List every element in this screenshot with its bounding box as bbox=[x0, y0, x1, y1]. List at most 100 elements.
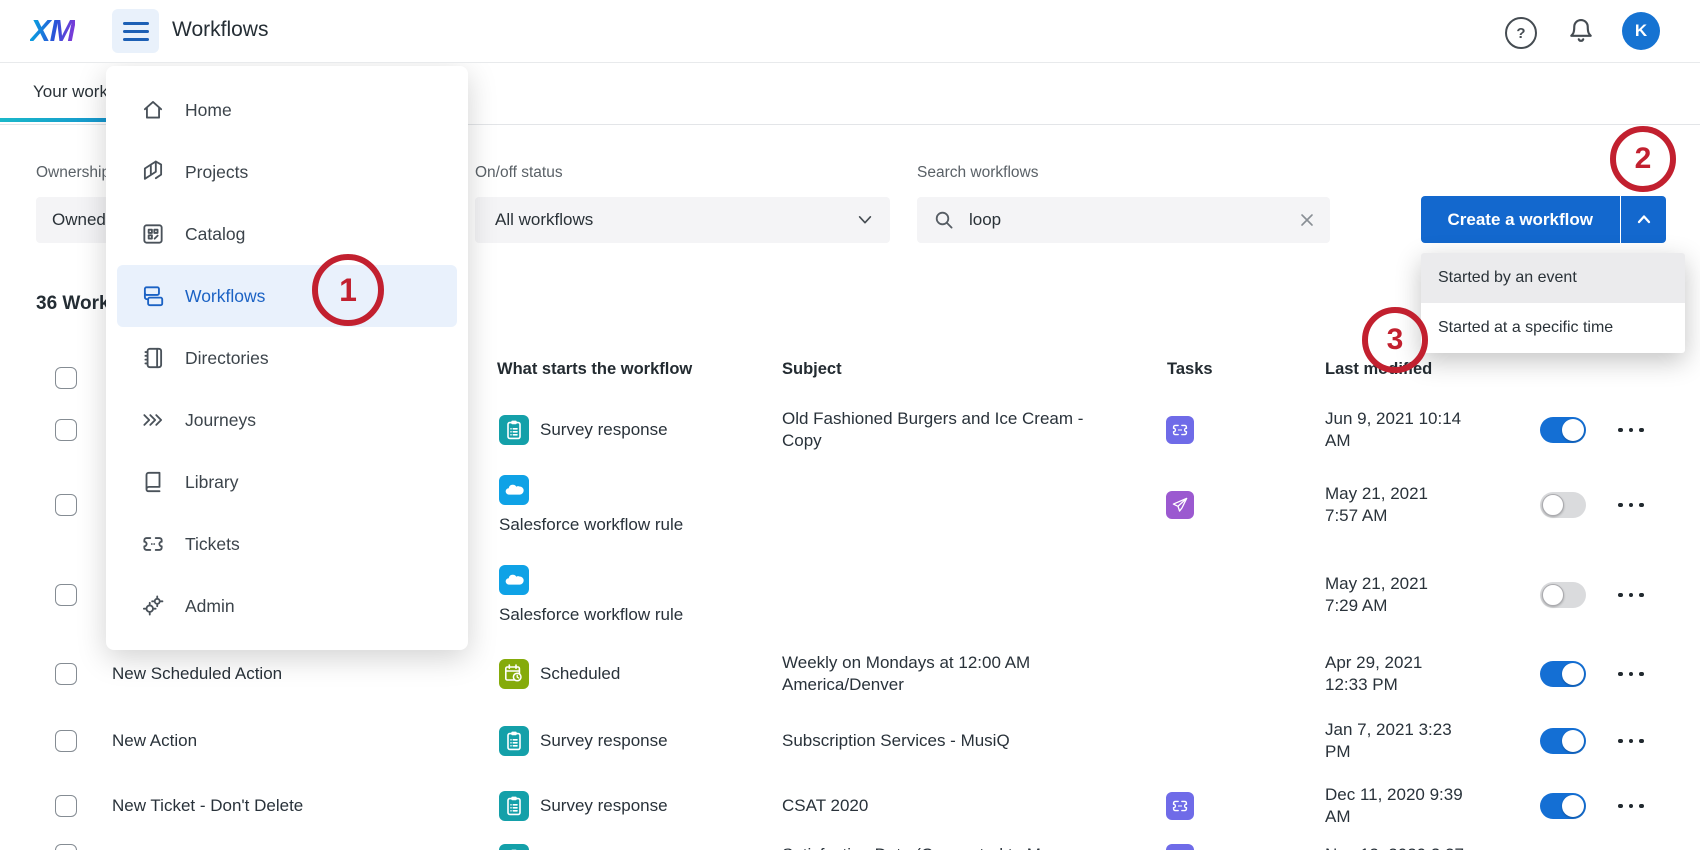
row-actions-menu[interactable] bbox=[1618, 400, 1662, 460]
enabled-toggle[interactable] bbox=[1540, 417, 1586, 443]
top-bar: XM Workflows ? K bbox=[0, 0, 1700, 63]
journeys-icon bbox=[140, 407, 166, 433]
column-header-subject: Subject bbox=[782, 360, 842, 379]
nav-item-label: Tickets bbox=[185, 534, 240, 555]
enabled-toggle[interactable] bbox=[1540, 728, 1586, 754]
ticket-task-icon[interactable] bbox=[1166, 844, 1194, 850]
ticket-task-icon[interactable] bbox=[1166, 416, 1194, 444]
last-modified: May 21, 2021 7:29 AM bbox=[1325, 550, 1465, 640]
search-input[interactable]: loop bbox=[917, 197, 1330, 243]
workflow-name: New Scheduled Action bbox=[112, 640, 472, 708]
enabled-toggle[interactable] bbox=[1540, 661, 1586, 687]
ticket-task-icon[interactable] bbox=[1166, 792, 1194, 820]
status-label: On/off status bbox=[475, 164, 563, 182]
ownership-label: Ownership bbox=[36, 164, 110, 182]
start-label: Scheduled bbox=[540, 664, 620, 684]
sidebar-item-workflows[interactable]: Workflows bbox=[117, 265, 457, 327]
row-checkbox[interactable] bbox=[55, 584, 77, 606]
sidebar-item-projects[interactable]: Projects bbox=[117, 141, 457, 203]
workflow-start-cell: Salesforce workflow rule bbox=[499, 460, 764, 550]
table-row: New ActionSurvey responseSubscription Se… bbox=[0, 708, 1700, 775]
catalog-icon bbox=[140, 221, 166, 247]
status-value: All workflows bbox=[475, 210, 593, 230]
row-checkbox[interactable] bbox=[55, 494, 77, 516]
workflows-icon bbox=[140, 283, 166, 309]
row-actions-menu[interactable] bbox=[1618, 640, 1662, 708]
send-task-icon[interactable] bbox=[1166, 491, 1194, 519]
avatar[interactable]: K bbox=[1622, 12, 1660, 50]
nav-item-label: Directories bbox=[185, 348, 269, 369]
search-value: loop bbox=[917, 210, 1001, 230]
status-dropdown[interactable]: All workflows bbox=[475, 197, 890, 243]
workflow-subject: CSAT 2020 bbox=[782, 774, 1112, 838]
nav-item-label: Admin bbox=[185, 596, 235, 617]
nav-item-label: Journeys bbox=[185, 410, 256, 431]
xm-logo[interactable]: XM bbox=[30, 13, 75, 49]
tasks-cell bbox=[1166, 460, 1286, 550]
directories-icon bbox=[140, 345, 166, 371]
row-checkbox[interactable] bbox=[55, 844, 77, 850]
nav-item-label: Catalog bbox=[185, 224, 245, 245]
library-icon bbox=[140, 469, 166, 495]
sidebar-item-library[interactable]: Library bbox=[117, 451, 457, 513]
sidebar-item-journeys[interactable]: Journeys bbox=[117, 389, 457, 451]
clear-search-icon[interactable] bbox=[1298, 211, 1316, 229]
create-menu-item-specific-time[interactable]: Started at a specific time bbox=[1421, 303, 1685, 353]
enabled-toggle[interactable] bbox=[1540, 582, 1586, 608]
notifications-bell-icon[interactable] bbox=[1566, 16, 1596, 46]
tasks-cell bbox=[1166, 400, 1286, 460]
tickets-icon bbox=[140, 531, 166, 557]
survey-icon bbox=[499, 415, 529, 445]
workflow-start-cell: Survey response bbox=[499, 708, 764, 774]
nav-item-label: Home bbox=[185, 100, 232, 121]
row-actions-menu[interactable] bbox=[1618, 708, 1662, 774]
sidebar-item-tickets[interactable]: Tickets bbox=[117, 513, 457, 575]
search-icon bbox=[933, 209, 955, 231]
create-menu-item-event[interactable]: Started by an event bbox=[1421, 253, 1685, 303]
create-workflow-caret[interactable] bbox=[1621, 196, 1666, 243]
last-modified: Apr 29, 2021 12:33 PM bbox=[1325, 640, 1465, 708]
admin-icon bbox=[140, 593, 166, 619]
start-label: Survey response bbox=[540, 731, 668, 751]
last-modified: Jun 9, 2021 10:14 AM bbox=[1325, 400, 1465, 460]
global-nav-menu: Home Projects Catalog Workflows Directories J… bbox=[106, 66, 468, 650]
row-actions-menu[interactable] bbox=[1618, 550, 1662, 640]
row-checkbox[interactable] bbox=[55, 663, 77, 685]
enabled-toggle[interactable] bbox=[1540, 492, 1586, 518]
workflow-subject: Old Fashioned Burgers and Ice Cream - Co… bbox=[782, 400, 1112, 460]
sidebar-item-home[interactable]: Home bbox=[117, 79, 457, 141]
start-label: Survey response bbox=[540, 420, 668, 440]
start-label: Salesforce workflow rule bbox=[499, 605, 683, 625]
workflow-subject: Weekly on Mondays at 12:00 AM America/De… bbox=[782, 640, 1112, 708]
nav-item-label: Library bbox=[185, 472, 239, 493]
nav-item-label: Workflows bbox=[185, 286, 265, 307]
help-icon[interactable]: ? bbox=[1505, 17, 1537, 49]
page-title: Workflows bbox=[172, 18, 268, 42]
salesforce-icon bbox=[499, 565, 529, 595]
sidebar-item-catalog[interactable]: Catalog bbox=[117, 203, 457, 265]
row-checkbox[interactable] bbox=[55, 795, 77, 817]
workflow-subject: Satisfaction Data (Connected to Many bbox=[782, 838, 1112, 850]
workflow-start-cell: Survey response bbox=[499, 400, 764, 460]
annotation-circle-3: 3 bbox=[1362, 307, 1428, 373]
enabled-toggle[interactable] bbox=[1540, 793, 1586, 819]
hamburger-menu-button[interactable] bbox=[112, 9, 159, 53]
create-workflow-label[interactable]: Create a workflow bbox=[1421, 196, 1620, 243]
row-checkbox[interactable] bbox=[55, 419, 77, 441]
row-actions-menu[interactable] bbox=[1618, 460, 1662, 550]
workflows-page: Your workflows Ownership Owned On/off st… bbox=[0, 0, 1700, 850]
salesforce-icon bbox=[499, 475, 529, 505]
select-all-checkbox[interactable] bbox=[55, 367, 77, 389]
start-label: Survey response bbox=[540, 796, 668, 816]
row-actions-menu[interactable] bbox=[1618, 774, 1662, 838]
workflow-start-cell: Salesforce workflow rule bbox=[499, 550, 764, 640]
ownership-value: Owned bbox=[36, 210, 106, 230]
projects-icon bbox=[140, 159, 166, 185]
sidebar-item-admin[interactable]: Admin bbox=[117, 575, 457, 637]
create-workflow-button[interactable]: Create a workflow bbox=[1421, 196, 1666, 243]
annotation-circle-1: 1 bbox=[312, 254, 384, 326]
home-icon bbox=[140, 97, 166, 123]
sidebar-item-directories[interactable]: Directories bbox=[117, 327, 457, 389]
last-modified: Dec 11, 2020 9:39 AM bbox=[1325, 774, 1465, 838]
row-checkbox[interactable] bbox=[55, 730, 77, 752]
